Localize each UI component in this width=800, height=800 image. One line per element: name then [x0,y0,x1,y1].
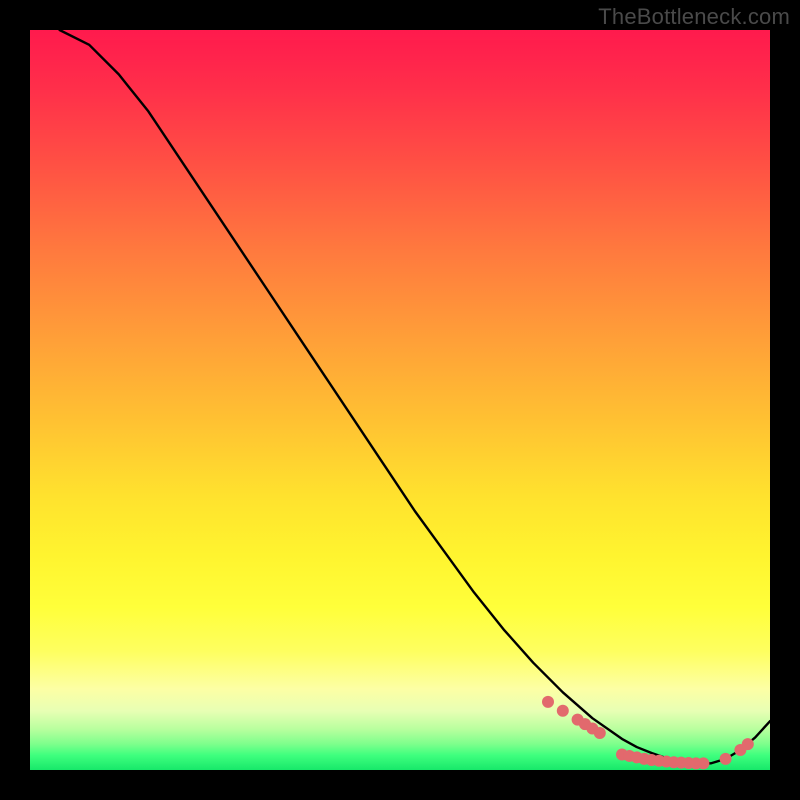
curve-svg [30,30,770,770]
bottleneck-curve-path [60,30,770,764]
watermark-text: TheBottleneck.com [598,4,790,30]
highlight-dot [594,727,606,739]
chart-frame: TheBottleneck.com [0,0,800,800]
highlight-dot [697,757,709,769]
plot-area [30,30,770,770]
highlight-dot [557,705,569,717]
highlight-markers [542,696,754,769]
highlight-dot [720,753,732,765]
highlight-dot [742,738,754,750]
highlight-dot [542,696,554,708]
